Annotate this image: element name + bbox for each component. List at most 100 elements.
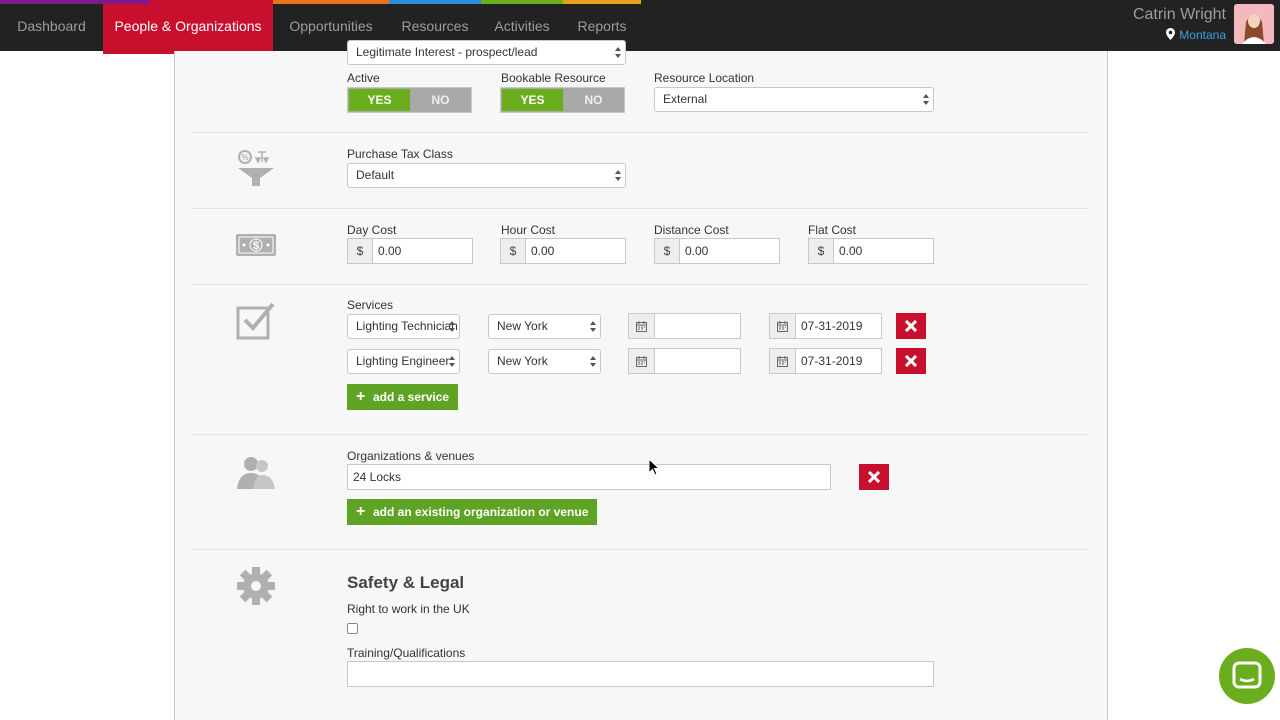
calendar-icon — [777, 356, 788, 367]
section-divider — [193, 208, 1088, 209]
remove-service-button[interactable] — [896, 348, 926, 374]
users-icon — [237, 457, 275, 489]
bookable-no-option[interactable]: NO — [563, 89, 624, 111]
tab-color-strip — [0, 0, 150, 4]
plus-icon: + — [356, 388, 366, 405]
calendar-icon — [636, 321, 647, 332]
select-value: New York — [497, 354, 548, 368]
section-divider — [193, 549, 1088, 550]
remove-organization-button[interactable] — [859, 464, 889, 490]
tab-color-strip — [563, 0, 641, 4]
tab-label: Activities — [494, 18, 550, 34]
tab-color-strip — [273, 0, 389, 4]
tab-label: Opportunities — [289, 18, 373, 34]
right-to-work-label: Right to work in the UK — [347, 602, 470, 616]
currency-addon: $ — [808, 238, 834, 264]
service-select[interactable]: Lighting Engineer — [347, 349, 460, 374]
calendar-addon[interactable] — [769, 313, 796, 339]
calendar-icon — [777, 321, 788, 332]
tab-color-strip — [389, 0, 481, 4]
select-caret-icon — [590, 356, 596, 367]
day-cost-label: Day Cost — [347, 223, 397, 237]
select-caret-icon — [449, 321, 455, 332]
tab-label: People & Organizations — [114, 18, 262, 34]
close-icon — [904, 319, 918, 333]
tab-people-organizations[interactable]: People & Organizations — [0, 0, 273, 54]
button-label: add a service — [373, 390, 450, 404]
resource-location-label: Resource Location — [654, 71, 755, 85]
service-location-select[interactable]: New York — [488, 314, 601, 339]
safety-legal-heading: Safety & Legal — [347, 573, 465, 592]
remove-service-button[interactable] — [896, 313, 926, 339]
tab-label: Reports — [577, 18, 627, 34]
bookable-yes-option[interactable]: YES — [502, 89, 563, 111]
service-end-date-input[interactable]: 07-31-2019 — [795, 313, 882, 339]
money-bill-icon: $ — [236, 234, 276, 256]
svg-text:%: % — [241, 153, 248, 162]
flat-cost-label: Flat Cost — [808, 223, 857, 237]
distance-cost-input[interactable]: 0.00 — [679, 238, 780, 264]
calendar-icon — [636, 356, 647, 367]
service-select[interactable]: Lighting Technician — [347, 314, 460, 339]
select-value: Default — [356, 168, 395, 182]
select-caret-icon — [615, 47, 621, 58]
day-cost-input[interactable]: 0.00 — [372, 238, 473, 264]
add-service-button[interactable]: + add a service — [347, 384, 459, 410]
calendar-addon[interactable] — [769, 348, 796, 374]
organization-input[interactable]: 24 Locks — [347, 464, 831, 490]
gear-icon — [237, 567, 275, 605]
calendar-addon[interactable] — [628, 313, 655, 339]
service-start-date-input[interactable] — [654, 348, 741, 374]
tab-color-strip — [481, 0, 563, 4]
chat-icon — [1232, 661, 1262, 689]
active-toggle[interactable]: YES NO — [347, 87, 472, 113]
currency-addon: $ — [347, 238, 373, 264]
currency-addon: $ — [654, 238, 680, 264]
purchase-tax-class-select[interactable]: Default — [347, 163, 626, 188]
avatar-image — [1234, 4, 1274, 44]
active-no-option[interactable]: NO — [410, 89, 471, 111]
user-name[interactable]: Catrin Wright — [1133, 6, 1226, 24]
user-menu[interactable]: Catrin Wright Montana — [1133, 6, 1226, 42]
training-qualifications-label: Training/Qualifications — [347, 646, 466, 660]
select-value: Lighting Engineer — [356, 354, 450, 368]
map-pin-icon — [1166, 28, 1176, 40]
add-organization-button[interactable]: + add an existing organization or venue — [347, 499, 598, 525]
service-end-date-input[interactable]: 07-31-2019 — [795, 348, 882, 374]
bookable-resource-label: Bookable Resource — [501, 71, 606, 85]
hour-cost-label: Hour Cost — [501, 223, 556, 237]
calendar-addon[interactable] — [628, 348, 655, 374]
organizations-venues-label: Organizations & venues — [347, 449, 475, 463]
tab-label: Resources — [401, 18, 469, 34]
bookable-resource-toggle[interactable]: YES NO — [500, 87, 625, 113]
service-start-date-input[interactable] — [654, 313, 741, 339]
services-label: Services — [347, 298, 394, 312]
mouse-cursor-icon — [649, 459, 661, 476]
tab-label: Dashboard — [17, 18, 86, 34]
service-location-select[interactable]: New York — [488, 349, 601, 374]
lawful-basis-select[interactable]: Legitimate Interest - prospect/lead — [347, 40, 626, 65]
hour-cost-input[interactable]: 0.00 — [525, 238, 626, 264]
svg-text:$: $ — [253, 240, 259, 252]
top-navbar: Dashboard People & Organizations Opportu… — [0, 0, 1280, 54]
resource-form-panel — [174, 51, 1108, 720]
select-value: Lighting Technician — [356, 319, 458, 333]
currency-addon: $ — [500, 238, 526, 264]
training-qualifications-input[interactable] — [347, 661, 934, 687]
resource-location-select[interactable]: External — [654, 87, 934, 112]
select-value: New York — [497, 319, 548, 333]
chat-launcher-button[interactable] — [1219, 648, 1275, 704]
user-location[interactable]: Montana — [1133, 28, 1226, 42]
active-yes-option[interactable]: YES — [349, 89, 410, 111]
section-divider — [193, 434, 1088, 435]
tab-dashboard[interactable]: Dashboard — [0, 0, 103, 51]
section-divider — [193, 132, 1088, 133]
right-to-work-checkbox[interactable] — [347, 623, 358, 634]
select-value: Legitimate Interest - prospect/lead — [356, 45, 538, 59]
button-label: add an existing organization or venue — [373, 505, 589, 519]
flat-cost-input[interactable]: 0.00 — [833, 238, 934, 264]
checkbox-checked-icon — [236, 302, 275, 340]
user-location-label: Montana — [1179, 28, 1226, 42]
select-caret-icon — [590, 321, 596, 332]
avatar[interactable] — [1234, 4, 1274, 44]
